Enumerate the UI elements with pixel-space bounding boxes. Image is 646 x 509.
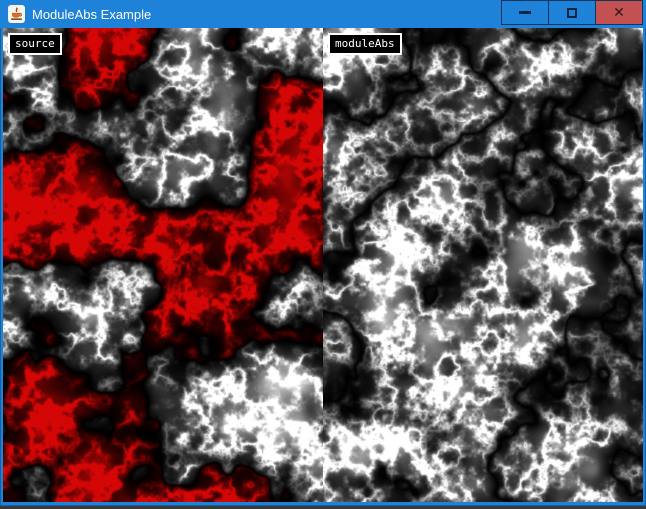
close-icon: ✕ [613,6,625,20]
window-controls: ✕ [502,0,643,25]
close-button[interactable]: ✕ [595,0,643,25]
moduleabs-noise-canvas [323,28,643,502]
panel-source: source [3,28,323,502]
app-window: ModuleAbs Example ✕ source moduleAbs [0,0,646,506]
moduleabs-label: moduleAbs [328,33,402,55]
maximize-button[interactable] [548,0,596,25]
render-area: source moduleAbs [3,28,643,502]
source-noise-canvas [3,28,323,502]
maximize-icon [567,8,577,18]
titlebar[interactable]: ModuleAbs Example ✕ [0,0,646,28]
window-title: ModuleAbs Example [32,7,151,22]
source-label: source [8,33,62,55]
minimize-button[interactable] [501,0,549,25]
minimize-icon [519,11,531,14]
panel-moduleabs: moduleAbs [323,28,643,502]
java-coffee-cup-icon [8,5,25,23]
